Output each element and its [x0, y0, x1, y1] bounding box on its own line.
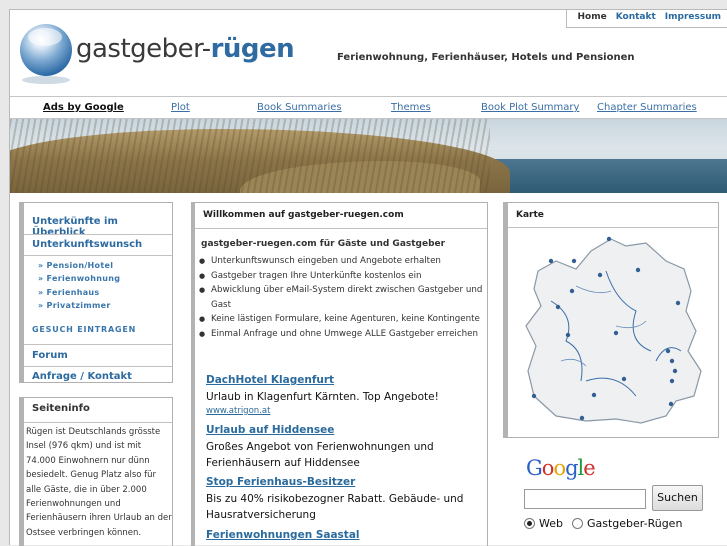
welcome-divider [195, 228, 487, 229]
ad-url-link[interactable]: www.atrigon.at [206, 406, 486, 416]
ad-block: Stop Ferienhaus-Besitzer Bis zu 40% risi… [206, 476, 486, 523]
menu-forum[interactable]: Forum [24, 350, 173, 361]
top-links: Home Kontakt Impressum [566, 10, 727, 28]
list-item: Einmal Anfrage und ohne Umwege ALLE Gast… [199, 327, 487, 342]
top-link-home[interactable]: Home [578, 12, 607, 27]
ad-title-link[interactable]: Stop Ferienhaus-Besitzer [206, 476, 486, 488]
radio-web[interactable] [524, 518, 535, 529]
submenu-ferienwohnung[interactable]: » Ferienwohnung [38, 274, 120, 283]
radio-web-label: Web [539, 517, 563, 530]
nav-link-book-summaries[interactable]: Book Summaries [257, 102, 342, 113]
google-logo: Google [526, 456, 595, 480]
menu-divider [24, 344, 173, 345]
tagline: Ferienwohnung, Ferienhäuser, Hotels und … [337, 52, 634, 63]
seiteninfo-box: Seiteninfo Rügen ist Deutschlands grösst… [19, 397, 173, 546]
list-item: Unterkunftswunsch eingeben und Angebote … [199, 254, 487, 269]
seiteninfo-text: Rügen ist Deutschlands grösste Insel (97… [26, 425, 172, 540]
site-logo[interactable]: gastgeber-rügen [76, 34, 294, 64]
menu-unterkunftswunsch[interactable]: Unterkunftswunsch [24, 239, 173, 250]
welcome-box: Willkommen auf gastgeber-ruegen.com gast… [191, 202, 488, 546]
banner-grass [10, 119, 490, 193]
submenu-ferienhaus[interactable]: » Ferienhaus [38, 288, 99, 297]
logo-prefix: gastgeber- [76, 34, 211, 64]
search-scope: Web Gastgeber-Rügen [524, 517, 682, 530]
menu-divider [24, 366, 173, 367]
search-button[interactable]: Suchen [652, 485, 703, 511]
nav-link-plot[interactable]: Plot [171, 102, 190, 113]
ad-title-link[interactable]: DachHotel Klagenfurt [206, 374, 486, 386]
logo-bold: rügen [211, 34, 295, 64]
ad-block: DachHotel Klagenfurt Urlaub in Klagenfur… [206, 374, 486, 416]
list-item: Keine lästigen Formulare, keine Agenture… [199, 312, 487, 327]
submenu-pension-hotel[interactable]: » Pension/Hotel [38, 261, 113, 270]
radio-site[interactable] [572, 518, 583, 529]
ad-body: Großes Angebot von Ferienwohnungen und F… [206, 439, 486, 471]
nav-link-chapter-summaries[interactable]: Chapter Summaries [597, 102, 697, 113]
gesuch-eintragen-link[interactable]: GESUCH EINTRAGEN [32, 325, 136, 334]
ad-title-link[interactable]: Urlaub auf Hiddensee [206, 424, 486, 436]
left-menu: Unterkünfte im Überblick Unterkunftswuns… [19, 202, 173, 383]
header-banner-image [10, 119, 727, 193]
ad-title-link[interactable]: Ferienwohnungen Saastal [206, 529, 486, 541]
ad-block: Urlaub auf Hiddensee Großes Angebot von … [206, 424, 486, 471]
menu-divider [24, 234, 173, 235]
ad-body: Bis zu 40% risikobezogner Rabatt. Gebäud… [206, 491, 486, 523]
karte-box: Karte [503, 202, 719, 438]
search-input[interactable] [524, 489, 646, 509]
submenu-privatzimmer[interactable]: » Privatzimmer [38, 301, 111, 310]
ads-by-google-label[interactable]: Ads by Google [43, 102, 124, 113]
nav-link-themes[interactable]: Themes [391, 102, 431, 113]
seiteninfo-divider [24, 422, 173, 423]
top-link-impressum[interactable]: Impressum [665, 12, 721, 27]
karte-title: Karte [516, 210, 544, 220]
logo-sphere-icon[interactable] [20, 24, 72, 76]
karte-divider [508, 227, 719, 228]
ad-link-bar: Ads by Google Plot Book Summaries Themes… [10, 96, 727, 119]
seiteninfo-title: Seiteninfo [32, 403, 90, 414]
menu-anfrage-kontakt[interactable]: Anfrage / Kontakt [24, 371, 173, 382]
top-link-kontakt[interactable]: Kontakt [616, 12, 656, 27]
ad-body: Urlaub in Klagenfurt Kärnten. Top Angebo… [206, 389, 486, 405]
welcome-title: Willkommen auf gastgeber-ruegen.com [203, 210, 404, 220]
menu-divider [24, 255, 173, 256]
ad-block: Ferienwohnungen Saastal [206, 529, 486, 541]
page: Home Kontakt Impressum gastgeber-rügen F… [9, 9, 727, 545]
ruegen-map[interactable] [516, 231, 714, 430]
welcome-heading: gastgeber-ruegen.com für Gäste und Gastg… [201, 239, 445, 249]
radio-site-label: Gastgeber-Rügen [587, 517, 682, 530]
welcome-list: Unterkunftswunsch eingeben und Angebote … [199, 254, 487, 341]
google-search-box: Google Suchen Web Gastgeber-Rügen [516, 455, 726, 545]
list-item: Gastgeber tragen Ihre Unterkünfte kosten… [199, 269, 487, 284]
list-item: Abwicklung über eMail-System direkt zwis… [199, 283, 487, 312]
logo-shadow [22, 76, 70, 84]
nav-link-book-plot-summary[interactable]: Book Plot Summary [481, 102, 579, 113]
